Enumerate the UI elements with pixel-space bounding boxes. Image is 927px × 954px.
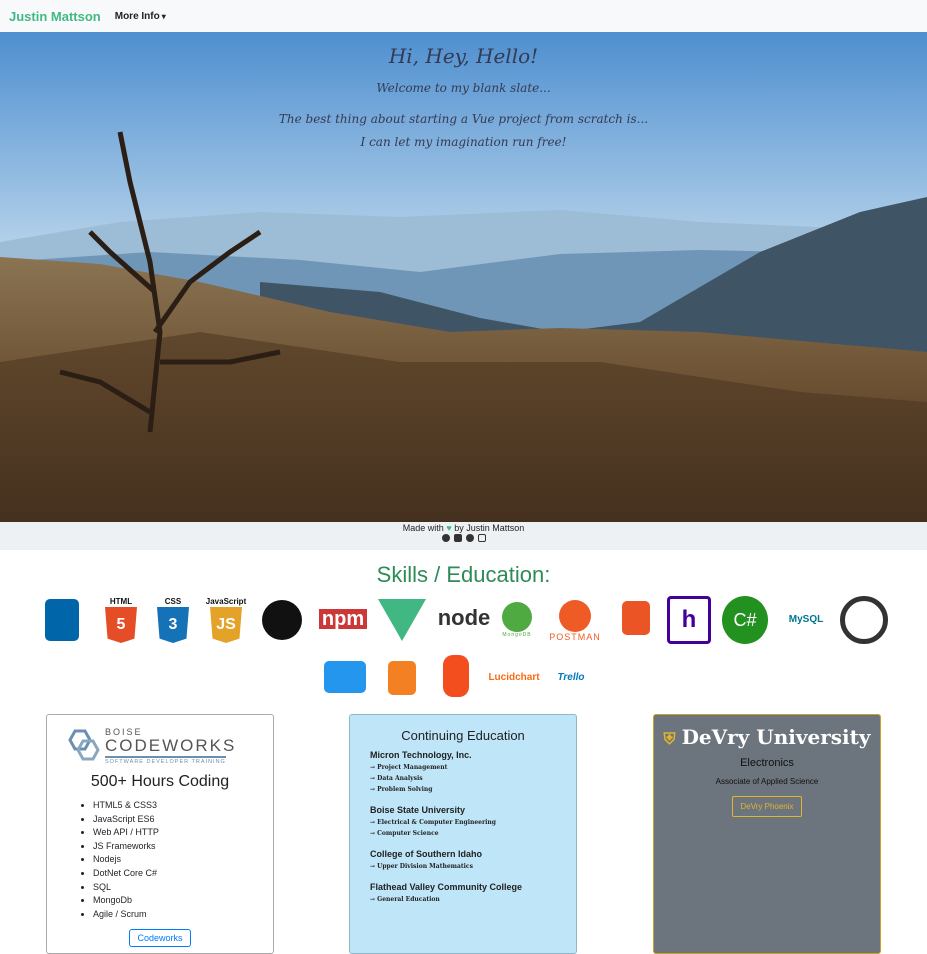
- org-name: College of Southern Idaho: [370, 849, 482, 859]
- codeworks-logo: BOISE CODEWORKS SOFTWARE DEVELOPER TRAIN…: [65, 727, 255, 765]
- landscape-image: [0, 32, 927, 522]
- hero-greeting: Hi, Hey, Hello!: [388, 44, 539, 68]
- made-with-text: Made with ♥ by Justin Mattson: [0, 523, 927, 533]
- org-item: → Problem Solving: [370, 786, 433, 793]
- org-item: → General Education: [370, 896, 440, 903]
- shield-icon: ⛨: [663, 729, 676, 748]
- speedometer-icon: [840, 596, 888, 644]
- hero-line-3: The best thing about starting a Vue proj…: [278, 112, 649, 126]
- list-item: HTML5 & CSS3: [93, 799, 273, 813]
- list-item: Nodejs: [93, 853, 273, 867]
- email-icon[interactable]: [477, 534, 486, 542]
- made-prefix: Made with: [402, 523, 444, 533]
- heroku-icon: h: [667, 596, 711, 644]
- figma-icon: [440, 652, 472, 700]
- github-icon[interactable]: [465, 534, 474, 542]
- devry-logo: ⛨ DeVry University: [654, 725, 880, 749]
- npm-icon: npm: [318, 608, 368, 630]
- brand-link[interactable]: Justin Mattson: [9, 9, 101, 24]
- org-item: → Computer Science: [370, 830, 439, 837]
- heart-icon: ♥: [446, 523, 452, 533]
- list-item: SQL: [93, 881, 273, 895]
- nodejs-icon: node: [437, 605, 491, 630]
- linkedin-icon[interactable]: [453, 534, 462, 542]
- vue-icon: [378, 596, 426, 644]
- codeworks-logo-sub: SOFTWARE DEVELOPER TRAINING: [105, 756, 226, 765]
- vscode-icon: [42, 596, 82, 644]
- list-item: DotNet Core C#: [93, 867, 273, 881]
- css3-icon: CSS 3: [155, 596, 191, 644]
- hours-heading: 500+ Hours Coding: [90, 773, 230, 790]
- org-name: Micron Technology, Inc.: [370, 750, 472, 760]
- hero-line-4: I can let my imagination run free!: [360, 135, 567, 149]
- list-item: Agile / Scrum: [93, 908, 273, 922]
- devry-card: ⛨ DeVry University Electronics Associate …: [653, 714, 881, 954]
- auth0-icon: [619, 598, 653, 638]
- stackoverflow-icon: [385, 658, 419, 698]
- list-item: MongoDb: [93, 894, 273, 908]
- devry-subject: Electronics: [740, 757, 794, 769]
- org-item: → Project Management: [370, 764, 448, 771]
- html5-icon: HTML 5: [103, 596, 139, 644]
- mongodb-icon: MongoDB: [499, 598, 535, 642]
- codeworks-button[interactable]: Codeworks: [129, 929, 191, 948]
- social-links: [0, 534, 927, 542]
- trello-icon: Trello: [557, 671, 585, 683]
- chevron-down-icon: ▾: [161, 11, 166, 21]
- list-item: JS Frameworks: [93, 840, 273, 854]
- github-icon: [262, 596, 302, 644]
- codeworks-card: BOISE CODEWORKS SOFTWARE DEVELOPER TRAIN…: [46, 714, 274, 954]
- postman-icon: POSTMAN: [549, 598, 600, 644]
- continuing-education-card: Continuing Education Micron Technology, …: [349, 714, 577, 954]
- lucidchart-icon: Lucidchart: [488, 671, 540, 683]
- hero-banner: Hi, Hey, Hello! Welcome to my blank slat…: [0, 32, 927, 522]
- csharp-icon: C#: [722, 596, 768, 644]
- made-with-bar: Made with ♥ by Justin Mattson: [0, 522, 927, 550]
- docker-icon: [321, 658, 369, 696]
- skills-list: HTML5 & CSS3 JavaScript ES6 Web API / HT…: [93, 799, 273, 921]
- codeworks-logo-main: CODEWORKS: [105, 736, 237, 755]
- made-suffix: by Justin Mattson: [454, 523, 525, 533]
- org-item: → Data Analysis: [370, 775, 423, 782]
- list-item: Web API / HTTP: [93, 826, 273, 840]
- org-list: Micron Technology, Inc. → Project Managem…: [350, 750, 576, 903]
- hero-welcome: Welcome to my blank slate...: [376, 81, 551, 95]
- devry-button[interactable]: DeVry Phoenix: [732, 796, 802, 817]
- skills-title: Skills / Education:: [376, 562, 551, 587]
- devry-degree: Associate of Applied Science: [715, 777, 819, 786]
- org-item: → Electrical & Computer Engineering: [370, 819, 496, 826]
- org-name: Flathead Valley Community College: [370, 882, 523, 892]
- org-name: Boise State University: [370, 805, 466, 815]
- more-info-dropdown[interactable]: More Info ▾: [115, 11, 166, 22]
- devry-name: DeVry University: [681, 725, 871, 749]
- more-info-label: More Info: [114, 10, 160, 22]
- facebook-icon[interactable]: [441, 534, 450, 542]
- navbar: Justin Mattson More Info ▾: [0, 0, 927, 32]
- card-title: Continuing Education: [401, 728, 525, 743]
- mysql-icon: MySQL: [788, 613, 824, 625]
- list-item: JavaScript ES6: [93, 813, 273, 827]
- javascript-icon: JavaScript JS: [203, 596, 249, 644]
- org-item: → Upper Division Mathematics: [370, 863, 473, 870]
